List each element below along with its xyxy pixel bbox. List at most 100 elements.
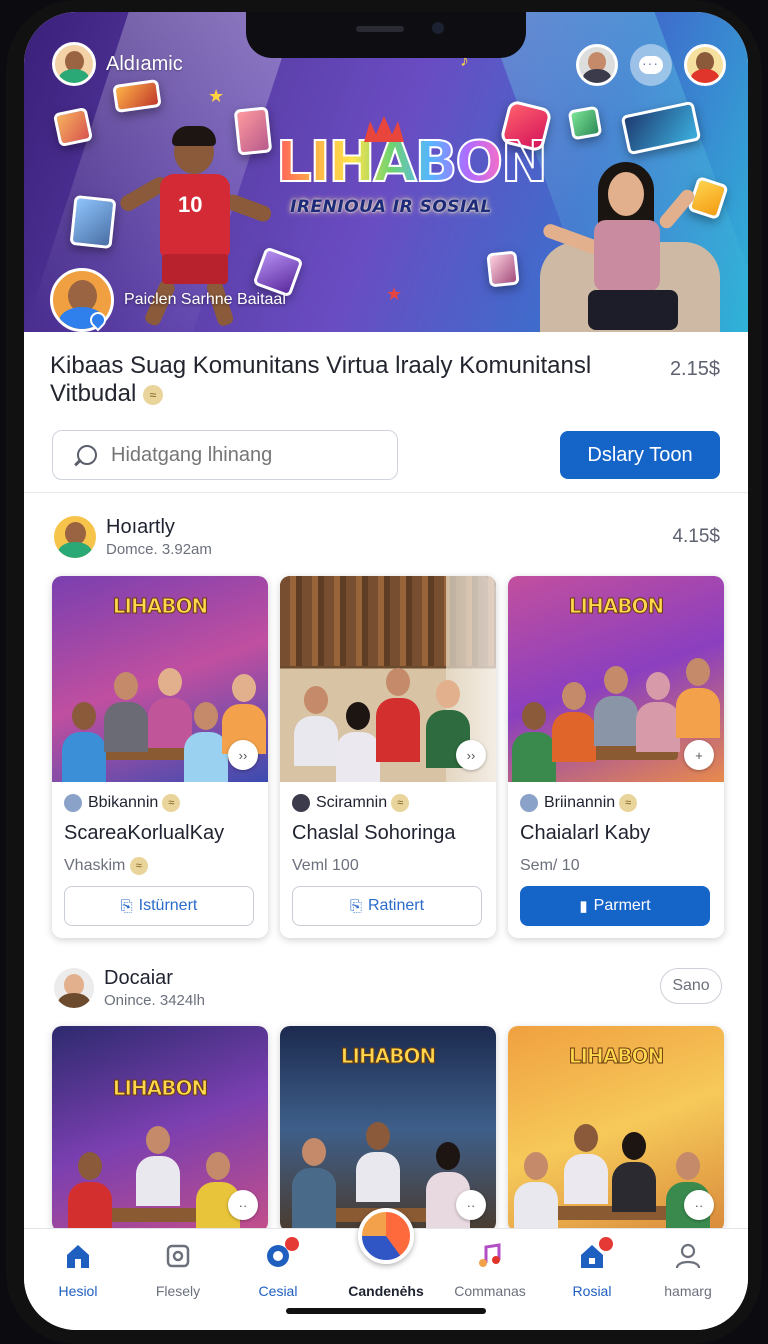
section-subtitle: Domce. 3.92am (106, 541, 212, 558)
card-thumbnail[interactable]: ›› (280, 576, 496, 782)
event-card[interactable]: LIHABON + Briinannin ≈ Chaialarl Kaby Se… (508, 576, 724, 938)
card-thumbnail[interactable]: LIHABON ·· (280, 1026, 496, 1232)
primary-action-button[interactable]: Dslary Toon (560, 431, 720, 479)
avatar[interactable] (52, 42, 96, 86)
event-card[interactable]: LIHABON ·· (508, 1026, 724, 1232)
nav-label: Candenėhs (348, 1283, 424, 1299)
section-header[interactable]: Hoıartly Domce. 3.92am (52, 514, 212, 560)
nav-item-people[interactable]: hamarg (638, 1241, 738, 1299)
card-subtitle: Vhaskim ≈ (64, 857, 256, 875)
card-row: LIHABON ›› Bbikannin ≈ ScareaKorlualKay … (52, 576, 724, 938)
hero-logo-text: LIHABON (275, 130, 549, 195)
section-avatar[interactable] (52, 514, 98, 560)
thumb-logo: LIHABON (340, 1044, 436, 1069)
top-actions (576, 44, 726, 86)
nav-item-home[interactable]: Hesiol (28, 1241, 128, 1299)
gallery-icon (163, 1241, 193, 1271)
price-label: 2.15$ (669, 358, 720, 380)
gear-icon (263, 1237, 299, 1271)
event-card[interactable]: ›› Sciramnin ≈ Chaslal Sohoringa Veml 10… (280, 576, 496, 938)
card-author: Sciramnin ≈ (292, 794, 484, 812)
hero-banner[interactable]: ★ ★ ♪ 10 LIHABON IRENIOUA IR SOSIAL Aldı… (24, 12, 748, 332)
section-price: 4.15$ (672, 526, 720, 547)
add-icon[interactable]: + (684, 740, 714, 770)
home-indicator[interactable] (286, 1308, 486, 1314)
section-avatar[interactable] (52, 966, 96, 1010)
nav-label: Hesiol (58, 1283, 98, 1299)
app-brand[interactable]: Aldıamic (52, 42, 183, 86)
host-badge[interactable]: Paiclen Sarhne Baitaal (50, 268, 286, 332)
card-action-button[interactable]: ⎘ Istürnert (64, 886, 254, 926)
create-icon[interactable] (358, 1208, 414, 1264)
section-header[interactable]: Docaiar Onince. 3424lh (52, 966, 205, 1010)
card-row: LIHABON ·· LIHABON ·· LIHABON ·· (52, 1026, 724, 1232)
card-title: Chaslal Sohoringa (292, 822, 456, 844)
host-figure (524, 162, 724, 332)
event-card[interactable]: LIHABON ·· (52, 1026, 268, 1232)
friend-avatar[interactable] (576, 44, 618, 86)
more-icon[interactable]: ·· (684, 1190, 714, 1220)
nav-item-music[interactable]: Commanas (440, 1241, 540, 1299)
thumb-logo: LIHABON (568, 594, 664, 619)
section-subtitle: Onince. 3424lh (104, 992, 205, 1009)
screen: ★ ★ ♪ 10 LIHABON IRENIOUA IR SOSIAL Aldı… (24, 12, 748, 1330)
card-author: Briinannin ≈ (520, 794, 712, 812)
nav-label: Flesely (155, 1283, 201, 1299)
page-headline: Kibaas Suag Komunitans Virtua lraaly Kom… (50, 352, 592, 407)
card-subtitle: Veml 100 (292, 857, 359, 874)
card-thumbnail[interactable]: LIHABON ·· (52, 1026, 268, 1232)
section-title: Docaiar (104, 967, 173, 989)
music-note-icon (475, 1241, 505, 1271)
more-icon[interactable]: ›› (228, 740, 258, 770)
card-subtitle: Sem/ 10 (520, 857, 580, 874)
nav-label: hamarg (664, 1283, 712, 1299)
nav-item-gallery[interactable]: Flesely (128, 1241, 228, 1299)
coin-icon: ≈ (142, 384, 163, 405)
profile-avatar[interactable] (684, 44, 726, 86)
hero-logo: LIHABON IRENIOUA IR SOSIAL (275, 116, 549, 217)
more-icon[interactable]: ·· (228, 1190, 258, 1220)
star-icon: ★ (208, 86, 225, 106)
card-action-button[interactable]: ▮ Parmert (520, 886, 710, 926)
author-avatar (520, 794, 538, 812)
star-icon: ★ (386, 284, 403, 304)
chat-icon[interactable] (630, 44, 672, 86)
floating-photo (52, 106, 94, 148)
nav-item-settings[interactable]: Cesial (228, 1237, 328, 1299)
notch (246, 12, 526, 58)
card-action-button[interactable]: ⎘ Ratinert (292, 886, 482, 926)
notification-badge (599, 1237, 613, 1251)
event-card[interactable]: LIHABON ›› Bbikannin ≈ ScareaKorlualKay … (52, 576, 268, 938)
section-title: Hoıartly (106, 516, 175, 538)
card-thumbnail[interactable]: LIHABON ›› (52, 576, 268, 782)
phone-frame: ★ ★ ♪ 10 LIHABON IRENIOUA IR SOSIAL Aldı… (6, 0, 762, 1344)
coin-icon: ≈ (162, 794, 181, 812)
nav-item-social[interactable]: Rosial (542, 1237, 642, 1299)
card-author: Bbikannin ≈ (64, 794, 256, 812)
author-avatar (292, 794, 310, 812)
coin-icon: ≈ (391, 794, 410, 812)
ticket-icon: ▮ (579, 898, 588, 915)
more-icon[interactable]: ·· (456, 1190, 486, 1220)
search-field[interactable] (52, 430, 398, 480)
more-icon[interactable]: ›› (456, 740, 486, 770)
search-input[interactable] (111, 443, 381, 467)
card-title: Chaialarl Kaby (520, 822, 651, 844)
home-icon (63, 1241, 93, 1271)
hero-tagline: IRENIOUA IR SOSIAL (290, 196, 492, 217)
floating-photo (69, 194, 117, 250)
thumb-logo: LIHABON (568, 1044, 664, 1069)
card-thumbnail[interactable]: LIHABON ·· (508, 1026, 724, 1232)
nav-label: Rosial (572, 1283, 612, 1299)
bookmark-icon: ⎘ (349, 897, 362, 915)
host-label: Paiclen Sarhne Baitaal (124, 291, 286, 308)
coin-icon: ≈ (129, 857, 148, 875)
nav-label: Commanas (454, 1283, 526, 1299)
see-more-button[interactable]: Sano (660, 968, 722, 1004)
bookmark-icon: ⎘ (120, 897, 133, 915)
author-avatar (64, 794, 82, 812)
card-thumbnail[interactable]: LIHABON + (508, 576, 724, 782)
card-title: ScareaKorlualKay (64, 822, 225, 844)
event-card[interactable]: LIHABON ·· (280, 1026, 496, 1232)
nav-label: Cesial (258, 1283, 298, 1299)
